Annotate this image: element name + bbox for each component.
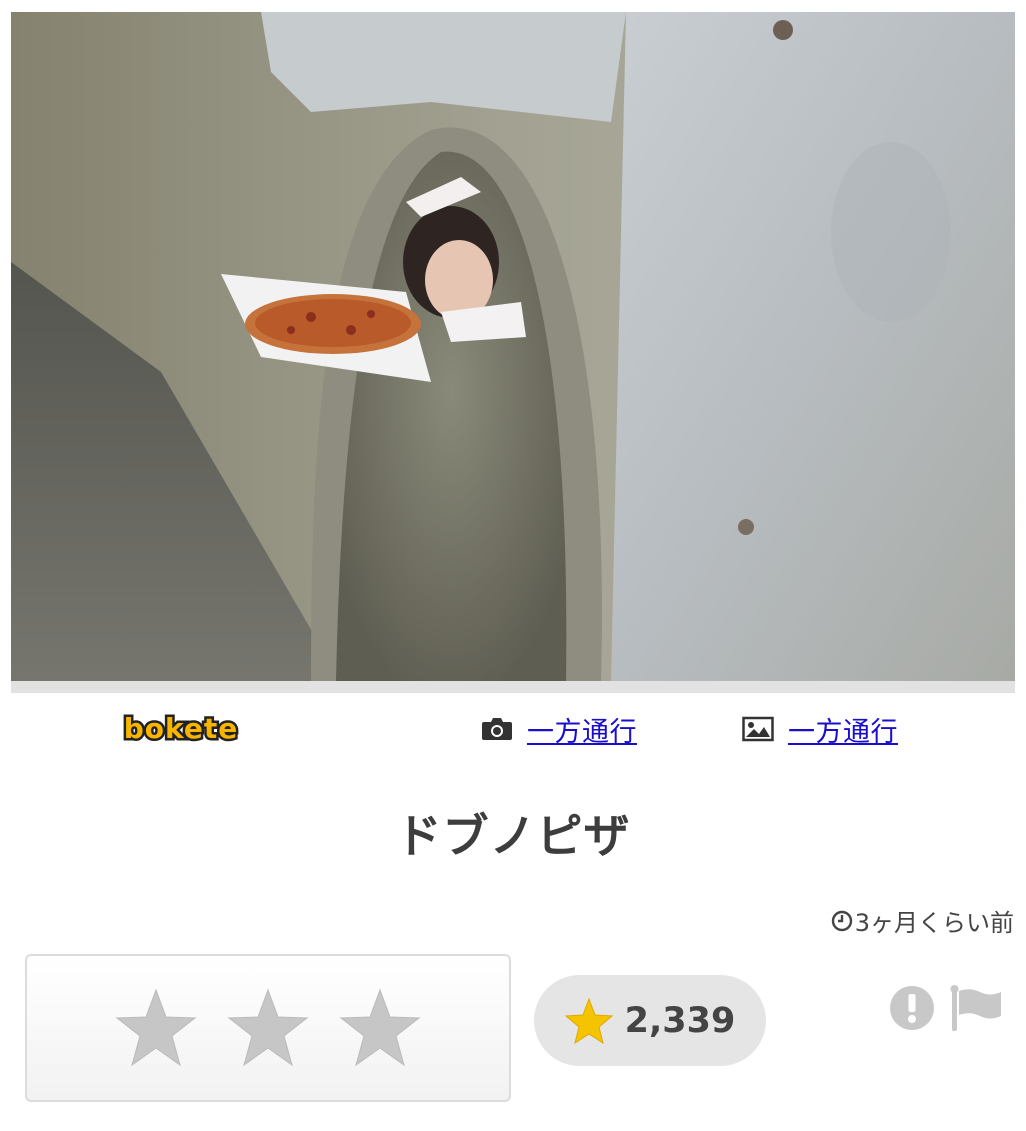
photo-image xyxy=(11,12,1015,681)
rating-box xyxy=(25,954,511,1102)
star-icon xyxy=(564,997,613,1044)
svg-text:bokete: bokete xyxy=(124,712,239,745)
image-author-link[interactable]: 一方通行 xyxy=(788,710,898,749)
camera-icon xyxy=(481,715,513,743)
rate-star-3[interactable] xyxy=(339,988,421,1068)
exclamation-icon xyxy=(890,986,934,1030)
post-title: ドブノピザ xyxy=(395,809,631,863)
photographer-credit: 一方通行 xyxy=(481,710,637,748)
rate-star-1[interactable] xyxy=(115,988,197,1068)
post-photo[interactable] xyxy=(11,12,1015,681)
report-button[interactable] xyxy=(889,985,935,1031)
clock-icon xyxy=(831,910,852,931)
image-icon xyxy=(742,715,774,743)
score-badge: 2,339 xyxy=(534,975,766,1066)
bokete-logo-image: bokete xyxy=(121,710,240,748)
flag-button[interactable] xyxy=(950,985,1002,1033)
photographer-link[interactable]: 一方通行 xyxy=(527,710,637,749)
post-time-text: 3ヶ月くらい前 xyxy=(854,909,1014,937)
image-author-credit: 一方通行 xyxy=(742,710,898,748)
post-time: 3ヶ月くらい前 xyxy=(831,903,1014,938)
flag-icon xyxy=(950,985,1001,1031)
photo-divider xyxy=(11,681,1015,693)
bokete-logo[interactable]: bokete xyxy=(121,710,240,748)
score-value: 2,339 xyxy=(624,1000,736,1041)
rate-star-2[interactable] xyxy=(227,988,309,1068)
